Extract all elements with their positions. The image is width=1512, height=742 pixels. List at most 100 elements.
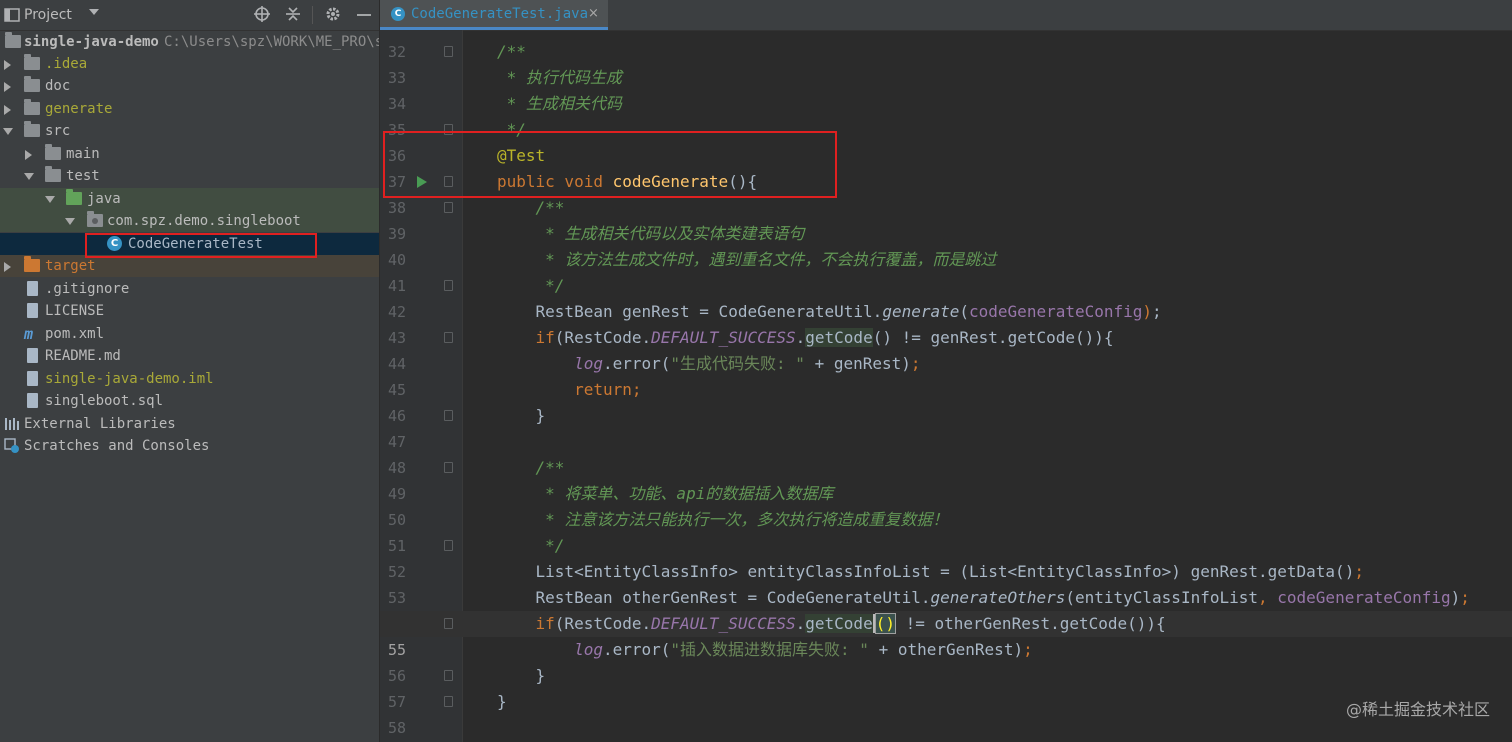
- fold-marker-icon[interactable]: [444, 202, 453, 213]
- fold-marker-icon[interactable]: [444, 462, 453, 473]
- tree-item-readme[interactable]: README.md: [0, 345, 379, 367]
- expand-arrow-icon[interactable]: [4, 82, 11, 92]
- collapse-arrow-icon[interactable]: [3, 128, 13, 135]
- minimize-icon[interactable]: [356, 6, 372, 22]
- fold-marker-icon[interactable]: [444, 280, 453, 291]
- tree-item-gitignore[interactable]: .gitignore: [0, 278, 379, 300]
- folder-icon: [24, 121, 40, 137]
- code-line[interactable]: 38 public void codeGenerate(){: [380, 169, 1512, 217]
- code-line[interactable]: 56 log.error("插入数据进数据库失败: " + otherGenRe…: [380, 637, 1512, 685]
- gear-icon[interactable]: [325, 6, 341, 22]
- code-line[interactable]: 53 List<EntityClassInfo> entityClassInfo…: [380, 559, 1512, 607]
- project-panel-title[interactable]: Project: [24, 7, 72, 23]
- fold-marker-icon[interactable]: [444, 176, 453, 187]
- tree-item-pom[interactable]: m pom.xml: [0, 323, 379, 345]
- code-line[interactable]: 50 * 将菜单、功能、api的数据插入数据库: [380, 481, 1512, 529]
- tree-item-label: com.spz.demo.singleboot: [107, 213, 301, 229]
- code-line[interactable]: 49 /**: [380, 455, 1512, 503]
- class-icon: C: [107, 236, 122, 251]
- tree-item-package[interactable]: com.spz.demo.singleboot: [0, 210, 379, 232]
- code-line[interactable]: 46 return;: [380, 377, 1512, 425]
- expand-arrow-icon[interactable]: [4, 105, 11, 115]
- tree-item-iml[interactable]: single-java-demo.iml: [0, 368, 379, 390]
- maven-icon: m: [24, 325, 34, 343]
- tree-item-src[interactable]: src: [0, 120, 379, 142]
- code-line[interactable]: 54 RestBean otherGenRest = CodeGenerateU…: [380, 585, 1512, 633]
- tree-item-label: single-java-demo.iml: [45, 371, 214, 387]
- code-text: }: [497, 406, 546, 425]
- collapse-arrow-icon[interactable]: [24, 173, 34, 180]
- tree-item-doc[interactable]: doc: [0, 75, 379, 97]
- fold-marker-icon[interactable]: [444, 46, 453, 57]
- code-line[interactable]: 36 */: [380, 117, 1512, 165]
- code-line[interactable]: 59: [380, 715, 1512, 741]
- code-line[interactable]: 45 log.error("生成代码失败: " + genRest);: [380, 351, 1512, 399]
- watermark: @稀土掘金技术社区: [1345, 700, 1490, 719]
- code-line[interactable]: 37 @Test: [380, 143, 1512, 191]
- code-line[interactable]: 48: [380, 429, 1512, 477]
- tree-item-java[interactable]: java: [0, 188, 379, 210]
- code-line[interactable]: 51 * 注意该方法只能执行一次，多次执行将造成重复数据！: [380, 507, 1512, 555]
- tree-item-generate[interactable]: generate: [0, 98, 379, 120]
- code-line[interactable]: 44 if(RestCode.DEFAULT_SUCCESS.getCode()…: [380, 325, 1512, 373]
- tree-item-idea[interactable]: .idea: [0, 53, 379, 75]
- code-line[interactable]: 39 /**: [380, 195, 1512, 243]
- fold-marker-icon[interactable]: [444, 696, 453, 707]
- code-line-current[interactable]: 55 if(RestCode.DEFAULT_SUCCESS.getCode()…: [380, 611, 1512, 659]
- tree-item-label: singleboot.sql: [45, 393, 164, 409]
- code-text: if(RestCode.DEFAULT_SUCCESS.getCode() !=…: [535, 328, 1114, 347]
- code-line[interactable]: 47 }: [380, 403, 1512, 451]
- folder-icon: [24, 76, 40, 92]
- code-line[interactable]: 42 */: [380, 273, 1512, 321]
- fold-marker-icon[interactable]: [444, 124, 453, 135]
- fold-marker-icon[interactable]: [444, 618, 453, 629]
- expand-arrow-icon[interactable]: [4, 262, 11, 272]
- tree-item-label: CodeGenerateTest: [128, 236, 263, 252]
- tree-item-external-libraries[interactable]: External Libraries: [0, 413, 379, 435]
- code-line[interactable]: 32: [380, 13, 1512, 61]
- tree-item-codegeneratetest[interactable]: C CodeGenerateTest: [0, 233, 379, 255]
- code-line[interactable]: 58 }: [380, 689, 1512, 737]
- code-line[interactable]: 34 * 执行代码生成: [380, 65, 1512, 113]
- library-icon: [5, 418, 19, 430]
- tree-item-label: src: [45, 123, 71, 139]
- code-text: List<EntityClassInfo> entityClassInfoLis…: [497, 562, 1364, 581]
- code-line[interactable]: 57 }: [380, 663, 1512, 711]
- tree-item-label: main: [66, 146, 100, 162]
- code-text: */: [497, 120, 526, 139]
- folder-icon: [45, 144, 61, 160]
- tree-item-label: Scratches and Consoles: [24, 438, 210, 454]
- collapse-all-icon[interactable]: [285, 6, 301, 22]
- fold-marker-icon[interactable]: [444, 410, 453, 421]
- chevron-down-icon[interactable]: [89, 9, 99, 15]
- fold-marker-icon[interactable]: [444, 670, 453, 681]
- tree-item-test[interactable]: test: [0, 165, 379, 187]
- run-test-icon[interactable]: [417, 176, 427, 188]
- code-line[interactable]: 40 * 生成相关代码以及实体类建表语句: [380, 221, 1512, 269]
- collapse-arrow-icon[interactable]: [65, 218, 75, 225]
- tree-item-sql[interactable]: singleboot.sql: [0, 390, 379, 412]
- code-line[interactable]: 52 */: [380, 533, 1512, 581]
- code-line[interactable]: 33 /**: [380, 39, 1512, 87]
- tree-item-scratches[interactable]: Scratches and Consoles: [0, 435, 379, 457]
- crosshair-icon[interactable]: [254, 6, 270, 22]
- code-line[interactable]: 35 * 生成相关代码: [380, 91, 1512, 139]
- code-editor: C CodeGenerateTest.java × 32 33 /** 34 *…: [380, 0, 1512, 742]
- code-text: * 该方法生成文件时，遇到重名文件，不会执行覆盖，而是跳过: [497, 250, 997, 269]
- project-panel-header: Project: [0, 0, 379, 31]
- folder-icon: [24, 99, 40, 115]
- tree-item-main[interactable]: main: [0, 143, 379, 165]
- expand-arrow-icon[interactable]: [4, 60, 11, 70]
- tree-item-target[interactable]: target: [0, 255, 379, 277]
- collapse-arrow-icon[interactable]: [45, 196, 55, 203]
- tree-root-single-java-demo[interactable]: single-java-demo C:\Users\spz\WORK\ME_PR…: [0, 31, 379, 53]
- code-line[interactable]: 41 * 该方法生成文件时，遇到重名文件，不会执行覆盖，而是跳过: [380, 247, 1512, 295]
- expand-arrow-icon[interactable]: [25, 150, 32, 160]
- fold-marker-icon[interactable]: [444, 332, 453, 343]
- test-source-folder-icon: [66, 189, 82, 205]
- code-text: public void codeGenerate(){: [497, 172, 758, 191]
- fold-marker-icon[interactable]: [444, 540, 453, 551]
- code-text: /**: [497, 458, 565, 477]
- code-line[interactable]: 43 RestBean genRest = CodeGenerateUtil.g…: [380, 299, 1512, 347]
- tree-item-license[interactable]: LICENSE: [0, 300, 379, 322]
